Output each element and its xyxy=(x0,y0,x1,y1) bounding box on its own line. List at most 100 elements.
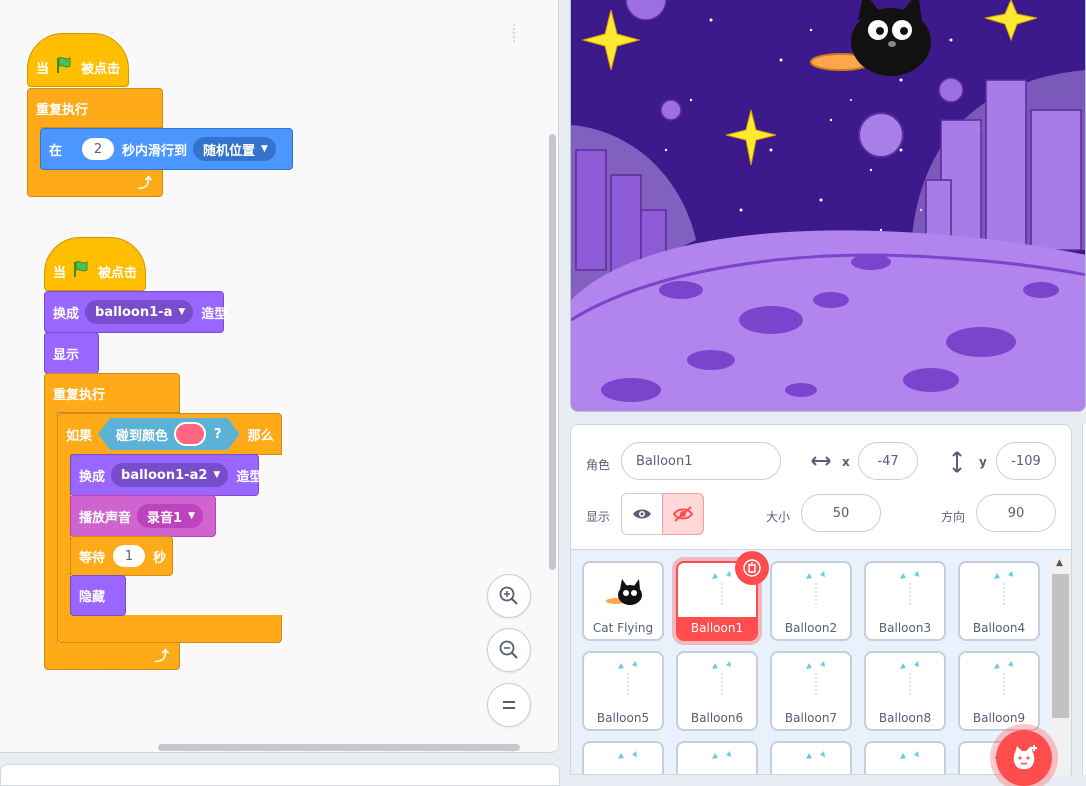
size-input[interactable]: 50 xyxy=(801,494,881,532)
glide-target-value: 随机位置 xyxy=(203,143,256,159)
horizontal-arrows-icon xyxy=(809,451,833,475)
cat-thumbnail xyxy=(606,579,642,605)
zoom-in-icon xyxy=(499,586,518,605)
sprite-name: Balloon7 xyxy=(784,711,838,725)
sprite-name: Balloon2 xyxy=(784,621,838,635)
balloon-thumbnail xyxy=(806,571,825,607)
add-sprite-icon xyxy=(1013,745,1037,770)
sprite-name: Balloon5 xyxy=(596,711,650,725)
sprite-list-scrollbar[interactable] xyxy=(1052,574,1069,718)
code-horizontal-scrollbar[interactable] xyxy=(158,744,520,751)
sprite-name: Balloon1 xyxy=(678,617,756,639)
bottom-panel-edge xyxy=(0,764,560,786)
sprite-tile[interactable] xyxy=(676,741,758,774)
sprite-tile[interactable]: Balloon8 xyxy=(864,651,946,731)
balloon-thumbnail xyxy=(618,751,637,759)
color-swatch[interactable] xyxy=(174,422,206,446)
hide-sprite-button[interactable] xyxy=(662,493,704,535)
code-workspace[interactable]: 当 被点击 重复执行 ⤴ 在 2 秒内滑行到 随机位置 ▼ 当 被点击 换成 b… xyxy=(0,0,559,753)
sprite-tile[interactable]: Balloon4 xyxy=(958,561,1040,641)
show-block[interactable]: 显示 xyxy=(44,332,99,374)
touching-color-label: 碰到颜色 xyxy=(116,428,169,444)
sprite-name: Cat Flying xyxy=(592,621,654,635)
forever-bottom-2: ⤴ xyxy=(44,643,180,670)
show-label: 显示 xyxy=(53,347,80,363)
wait-prefix: 等待 xyxy=(79,550,106,566)
forever-label: 重复执行 xyxy=(53,387,106,403)
sprite-name: Balloon6 xyxy=(690,711,744,725)
sprite-tile[interactable]: Cat Flying xyxy=(582,561,664,641)
x-value: -47 xyxy=(877,453,899,469)
hat-suffix: 被点击 xyxy=(81,61,121,77)
direction-input[interactable]: 90 xyxy=(976,494,1056,532)
hide-block[interactable]: 隐藏 xyxy=(70,575,126,616)
forever-label: 重复执行 xyxy=(36,102,89,118)
scroll-up-arrow-icon[interactable]: ▲ xyxy=(1056,558,1063,568)
costume-dropdown-2[interactable]: balloon1-a2 ▼ xyxy=(111,463,229,487)
sprite-name: Balloon3 xyxy=(878,621,932,635)
add-sprite-button[interactable] xyxy=(996,730,1052,786)
sprite-tile[interactable]: Balloon3 xyxy=(864,561,946,641)
sprite-name-input[interactable]: Balloon1 xyxy=(621,442,781,480)
wait-block[interactable]: 等待 1 秒 xyxy=(70,536,173,576)
if-block[interactable]: 如果 碰到颜色 ? 那么 xyxy=(57,413,282,455)
sprite-tile[interactable]: Balloon7 xyxy=(770,651,852,731)
sound-value: 录音1 xyxy=(147,510,183,526)
when-flag-clicked-block-2[interactable]: 当 被点击 xyxy=(44,237,146,291)
sound-dropdown[interactable]: 录音1 ▼ xyxy=(137,504,203,528)
zoom-reset-icon xyxy=(503,701,515,709)
glide-target-dropdown[interactable]: 随机位置 ▼ xyxy=(193,137,276,161)
balloon-thumbnail xyxy=(806,661,825,697)
zoom-out-icon xyxy=(499,640,518,659)
balloon-thumbnail xyxy=(900,571,919,607)
show-sprite-button[interactable] xyxy=(621,493,663,535)
space-backdrop xyxy=(571,0,1085,411)
switch-costume-block-2[interactable]: 换成 balloon1-a2 ▼ 造型 xyxy=(70,454,263,496)
if-prefix: 如果 xyxy=(66,428,93,444)
eye-slash-icon xyxy=(672,506,694,522)
stage[interactable] xyxy=(570,0,1086,412)
x-input[interactable]: -47 xyxy=(858,442,918,480)
costume-dropdown[interactable]: balloon1-a ▼ xyxy=(85,300,194,324)
play-sound-block[interactable]: 播放声音 录音1 ▼ xyxy=(70,495,216,537)
dropdown-caret-icon: ▼ xyxy=(178,307,186,317)
sprite-tile[interactable] xyxy=(864,741,946,774)
balloon-thumbnail xyxy=(712,571,731,607)
switch-costume-block[interactable]: 换成 balloon1-a ▼ 造型 xyxy=(44,291,227,333)
zoom-in-button[interactable] xyxy=(487,574,531,618)
forever-block-2[interactable]: 重复执行 xyxy=(44,373,180,413)
green-flag-icon xyxy=(72,260,90,282)
y-input[interactable]: -109 xyxy=(996,442,1056,480)
sprite-tile[interactable] xyxy=(770,741,852,774)
sprite-tile[interactable]: Balloon6 xyxy=(676,651,758,731)
forever-block-1[interactable]: 重复执行 xyxy=(27,88,163,128)
code-vertical-scrollbar[interactable] xyxy=(549,134,556,570)
switch-costume-suffix: 造型 xyxy=(236,469,263,485)
when-flag-clicked-block-1[interactable]: 当 被点击 xyxy=(27,33,129,87)
hat-suffix: 被点击 xyxy=(98,265,138,281)
sprite-mini-icon xyxy=(510,22,518,46)
y-label: y xyxy=(979,455,987,469)
sprite-tile[interactable]: Balloon5 xyxy=(582,651,664,731)
zoom-reset-button[interactable] xyxy=(487,683,531,727)
delete-sprite-button[interactable] xyxy=(735,551,769,585)
size-value: 50 xyxy=(832,505,850,521)
direction-value: 90 xyxy=(1007,505,1025,521)
touching-color-block[interactable]: 碰到颜色 ? xyxy=(98,418,240,450)
if-then: 那么 xyxy=(247,428,274,444)
sprite-tile[interactable]: Balloon2 xyxy=(770,561,852,641)
balloon-thumbnail xyxy=(806,751,825,759)
show-label: 显示 xyxy=(586,510,611,524)
zoom-out-button[interactable] xyxy=(487,628,531,672)
sprite-tile[interactable] xyxy=(582,741,664,774)
vertical-arrows-icon xyxy=(949,449,965,479)
sprite-tile[interactable]: Balloon9 xyxy=(958,651,1040,731)
glide-secs-input[interactable]: 2 xyxy=(82,138,115,160)
dropdown-caret-icon: ▼ xyxy=(188,511,195,521)
glide-mid: 秒内滑行到 xyxy=(122,143,188,159)
balloon-thumbnail xyxy=(994,571,1013,607)
sprite-name: Balloon8 xyxy=(878,711,932,725)
sprite-label: 角色 xyxy=(586,458,611,472)
wait-secs-input[interactable]: 1 xyxy=(113,545,146,567)
glide-to-block[interactable]: 在 2 秒内滑行到 随机位置 ▼ xyxy=(40,128,293,170)
